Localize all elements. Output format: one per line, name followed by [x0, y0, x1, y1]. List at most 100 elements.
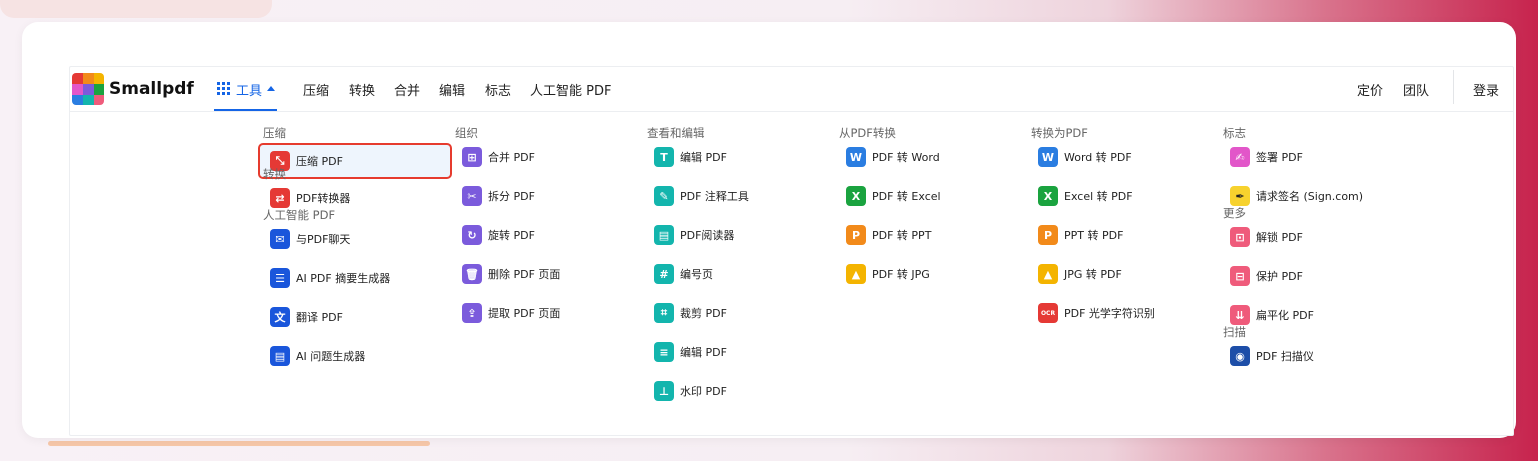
menu-item[interactable]: OCR PDF 光学字符识别 — [1031, 299, 1155, 327]
ai-chat-icon: ✉ — [270, 229, 290, 249]
menu-item[interactable]: ▤ AI 问题生成器 — [263, 342, 365, 370]
brand-name[interactable]: Smallpdf — [109, 79, 194, 99]
menu-item-label: PPT 转 PDF — [1064, 229, 1124, 242]
extract-icon: ⇪ — [462, 303, 482, 323]
section-header: 从PDF转换 — [839, 126, 896, 140]
menu-item-label: AI 问题生成器 — [296, 350, 366, 363]
nav-sign[interactable]: 标志 — [485, 80, 511, 99]
menu-item[interactable]: X Excel 转 PDF — [1031, 182, 1133, 210]
menu-item[interactable]: ✂ 拆分 PDF — [455, 182, 535, 210]
menu-item[interactable]: ⊟ 保护 PDF — [1223, 262, 1303, 290]
section-header: 转换为PDF — [1031, 126, 1088, 140]
menu-item[interactable]: ⊡ 解锁 PDF — [1223, 223, 1303, 251]
menu-item[interactable]: ▲ PDF 转 JPG — [839, 260, 930, 288]
nav-compress[interactable]: 压缩 — [303, 80, 329, 99]
list-icon: ☰ — [270, 268, 290, 288]
unlock-icon: ⊡ — [1230, 227, 1250, 247]
grid-icon — [217, 82, 230, 95]
camera-icon: ◉ — [1230, 346, 1250, 366]
menu-item-label: 合并 PDF — [488, 151, 535, 164]
menu-item[interactable]: 文翻译 PDF — [263, 303, 343, 331]
merge-icon: ⊞ — [462, 147, 482, 167]
tools-label: 工具 — [236, 84, 263, 99]
word-icon: W — [1038, 147, 1058, 167]
reader-icon: ▤ — [654, 225, 674, 245]
menu-item[interactable]: ☰ AI PDF 摘要生成器 — [263, 264, 390, 292]
menu-item[interactable]: ✍ 签署 PDF — [1223, 143, 1303, 171]
menu-item-label: 提取 PDF 页面 — [488, 307, 561, 320]
pen-nib-icon: ✒ — [1230, 186, 1250, 206]
nav-convert[interactable]: 转换 — [349, 80, 375, 99]
menu-item-label: PDF 光学字符识别 — [1064, 307, 1155, 320]
nav-edit[interactable]: 编辑 — [439, 80, 465, 99]
menu-item-label: 编辑 PDF — [680, 151, 727, 164]
excel-icon: X — [846, 186, 866, 206]
menu-item[interactable]: P PDF 转 PPT — [839, 221, 931, 249]
menu-item[interactable]: # 编号页 — [647, 260, 713, 288]
form-edit-icon: ≡ — [654, 342, 674, 362]
menu-item-label: 与PDF聊天 — [296, 233, 351, 246]
menu-item-label: PDF阅读器 — [680, 229, 735, 242]
menu-item[interactable]: ▲ JPG 转 PDF — [1031, 260, 1122, 288]
section-header: 转换 — [263, 167, 286, 181]
background-decoration — [0, 0, 272, 18]
text-edit-icon: T — [654, 147, 674, 167]
section-header: 组织 — [455, 126, 478, 140]
menu-item-label: 裁剪 PDF — [680, 307, 727, 320]
top-navigation: Smallpdf 工具 压缩 转换 合并 编辑 标志 人工智能 PDF 定价 团… — [70, 67, 1513, 112]
menu-item-label: 旋转 PDF — [488, 229, 535, 242]
section-header: 扫描 — [1223, 325, 1246, 339]
menu-item[interactable]: W Word 转 PDF — [1031, 143, 1132, 171]
question-doc-icon: ▤ — [270, 346, 290, 366]
menu-item-label: PDF 转 Excel — [872, 190, 941, 203]
menu-item-label: 解锁 PDF — [1256, 231, 1303, 244]
menu-item-label: 保护 PDF — [1256, 270, 1303, 283]
menu-item[interactable]: ⊞ 合并 PDF — [455, 143, 535, 171]
menu-item[interactable]: ≡ 编辑 PDF — [647, 338, 727, 366]
menu-item-label: PDF 转 JPG — [872, 268, 930, 281]
nav-ai-pdf[interactable]: 人工智能 PDF — [530, 80, 611, 99]
menu-item[interactable]: ⌗ 裁剪 PDF — [647, 299, 727, 327]
rotate-icon: ↻ — [462, 225, 482, 245]
page-number-icon: # — [654, 264, 674, 284]
menu-item[interactable]: T 编辑 PDF — [647, 143, 727, 171]
tools-menu-button[interactable]: 工具 — [214, 67, 277, 111]
menu-item-label: 编号页 — [680, 268, 713, 281]
menu-item[interactable]: ↻ 旋转 PDF — [455, 221, 535, 249]
nav-pricing[interactable]: 定价 — [1357, 80, 1383, 99]
menu-item[interactable]: ⤡ 压缩 PDF — [258, 143, 452, 179]
smallpdf-logo-icon[interactable] — [72, 73, 104, 105]
image-icon: ▲ — [1038, 264, 1058, 284]
converter-icon: ⇄ — [270, 188, 290, 208]
image-icon: ▲ — [846, 264, 866, 284]
menu-item-label: 翻译 PDF — [296, 311, 343, 324]
menu-item[interactable]: W PDF 转 Word — [839, 143, 940, 171]
menu-item[interactable]: ✎ PDF 注释工具 — [647, 182, 749, 210]
menu-item-label: PDF 转 PPT — [872, 229, 932, 242]
menu-item[interactable]: 🗑 删除 PDF 页面 — [455, 260, 560, 288]
menu-item[interactable]: ⇪ 提取 PDF 页面 — [455, 299, 560, 327]
menu-item[interactable]: P PPT 转 PDF — [1031, 221, 1123, 249]
menu-item[interactable]: ⊥ 水印 PDF — [647, 377, 727, 405]
menu-item[interactable]: ▤ PDF阅读器 — [647, 221, 734, 249]
nav-team[interactable]: 团队 — [1403, 80, 1429, 99]
menu-item[interactable]: X PDF 转 Excel — [839, 182, 941, 210]
translate-icon: 文 — [270, 307, 290, 327]
menu-item-label: PDF转换器 — [296, 192, 351, 205]
menu-item-label: 扁平化 PDF — [1256, 309, 1314, 322]
scissors-icon: ✂ — [462, 186, 482, 206]
menu-item-label: 签署 PDF — [1256, 151, 1303, 164]
menu-item-label: JPG 转 PDF — [1064, 268, 1122, 281]
lock-icon: ⊟ — [1230, 266, 1250, 286]
section-header: 人工智能 PDF — [263, 208, 336, 222]
menu-item-label: 水印 PDF — [680, 385, 727, 398]
menu-item[interactable]: ◉ PDF 扫描仪 — [1223, 342, 1314, 370]
crop-icon: ⌗ — [654, 303, 674, 323]
menu-item-label: 删除 PDF 页面 — [488, 268, 561, 281]
excel-icon: X — [1038, 186, 1058, 206]
nav-divider — [1453, 70, 1454, 104]
menu-item-label: 压缩 PDF — [296, 155, 343, 168]
menu-item[interactable]: ✉ 与PDF聊天 — [263, 225, 350, 253]
login-button[interactable]: 登录 — [1473, 80, 1499, 99]
nav-merge[interactable]: 合并 — [394, 80, 420, 99]
